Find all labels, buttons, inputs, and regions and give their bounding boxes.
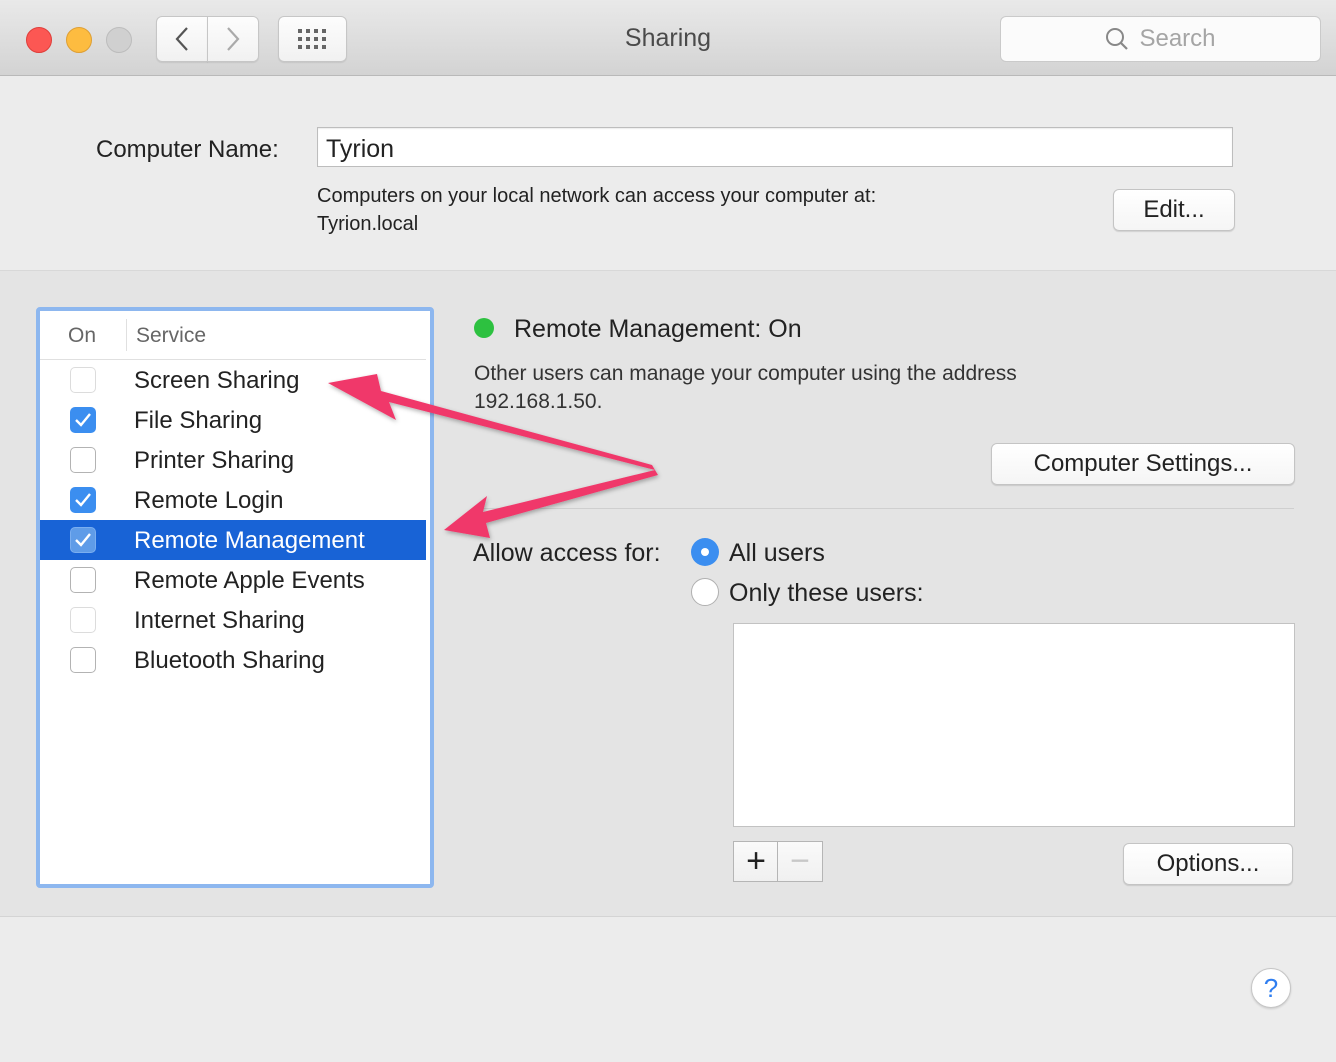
service-row-screen-sharing[interactable]: Screen Sharing bbox=[40, 360, 426, 400]
service-row-remote-apple-events[interactable]: Remote Apple Events bbox=[40, 560, 426, 600]
service-address: 192.168.1.50. bbox=[474, 390, 603, 413]
divider bbox=[474, 508, 1294, 509]
service-name: Screen Sharing bbox=[134, 367, 300, 394]
remove-user-button[interactable]: − bbox=[777, 841, 823, 882]
service-name: File Sharing bbox=[134, 407, 263, 434]
computer-settings-button[interactable]: Computer Settings... bbox=[991, 443, 1295, 485]
service-checkbox[interactable] bbox=[70, 567, 96, 593]
radio-all-users-label[interactable]: All users bbox=[729, 539, 825, 568]
service-checkbox[interactable] bbox=[70, 647, 96, 673]
service-description: Other users can manage your computer usi… bbox=[474, 362, 1017, 385]
column-separator bbox=[126, 319, 127, 351]
local-hostname: Tyrion.local bbox=[317, 213, 419, 235]
service-checkbox[interactable] bbox=[70, 407, 96, 433]
service-name: Remote Login bbox=[134, 487, 284, 514]
network-info-text: Computers on your local network can acce… bbox=[317, 185, 877, 207]
computer-name-section bbox=[0, 76, 1336, 271]
service-name: Remote Apple Events bbox=[134, 567, 365, 594]
add-user-button[interactable]: + bbox=[733, 841, 779, 882]
users-list[interactable] bbox=[733, 623, 1295, 827]
options-button[interactable]: Options... bbox=[1123, 843, 1293, 885]
service-name: Remote Management bbox=[134, 527, 365, 554]
search-placeholder: Search bbox=[1139, 25, 1216, 52]
service-checkbox[interactable] bbox=[70, 367, 96, 393]
computer-name-label: Computer Name: bbox=[96, 136, 279, 163]
allow-access-label: Allow access for: bbox=[473, 539, 661, 567]
services-list-header: On Service bbox=[40, 311, 426, 360]
service-row-printer-sharing[interactable]: Printer Sharing bbox=[40, 440, 426, 480]
service-row-bluetooth-sharing[interactable]: Bluetooth Sharing bbox=[40, 640, 426, 680]
edit-button[interactable]: Edit... bbox=[1113, 189, 1235, 231]
search-icon bbox=[1106, 28, 1129, 50]
checkmark-icon bbox=[75, 493, 91, 507]
computer-name-input[interactable]: Tyrion bbox=[317, 127, 1233, 167]
status-indicator-icon bbox=[474, 318, 494, 338]
checkmark-icon bbox=[75, 413, 91, 427]
service-row-remote-login[interactable]: Remote Login bbox=[40, 480, 426, 520]
service-checkbox[interactable] bbox=[70, 487, 96, 513]
service-name: Internet Sharing bbox=[134, 607, 305, 634]
service-row-remote-management[interactable]: Remote Management bbox=[40, 520, 426, 560]
service-row-internet-sharing[interactable]: Internet Sharing bbox=[40, 600, 426, 640]
service-checkbox[interactable] bbox=[70, 527, 96, 553]
service-status-title: Remote Management: On bbox=[514, 315, 802, 343]
help-button[interactable]: ? bbox=[1251, 968, 1291, 1008]
service-checkbox[interactable] bbox=[70, 607, 96, 633]
column-header-service[interactable]: Service bbox=[136, 324, 206, 348]
service-checkbox[interactable] bbox=[70, 447, 96, 473]
column-header-on[interactable]: On bbox=[68, 324, 96, 348]
title-bar: Sharing Search bbox=[0, 0, 1336, 76]
service-row-file-sharing[interactable]: File Sharing bbox=[40, 400, 426, 440]
radio-only-these-users-label[interactable]: Only these users: bbox=[729, 579, 924, 608]
services-list[interactable]: On Service Screen Sharing File Sharing P… bbox=[36, 307, 434, 888]
search-field[interactable]: Search bbox=[1000, 16, 1321, 62]
radio-all-users[interactable] bbox=[691, 538, 719, 566]
checkmark-icon bbox=[75, 533, 91, 547]
service-name: Bluetooth Sharing bbox=[134, 647, 325, 674]
radio-only-these-users[interactable] bbox=[691, 578, 719, 606]
service-name: Printer Sharing bbox=[134, 447, 295, 474]
